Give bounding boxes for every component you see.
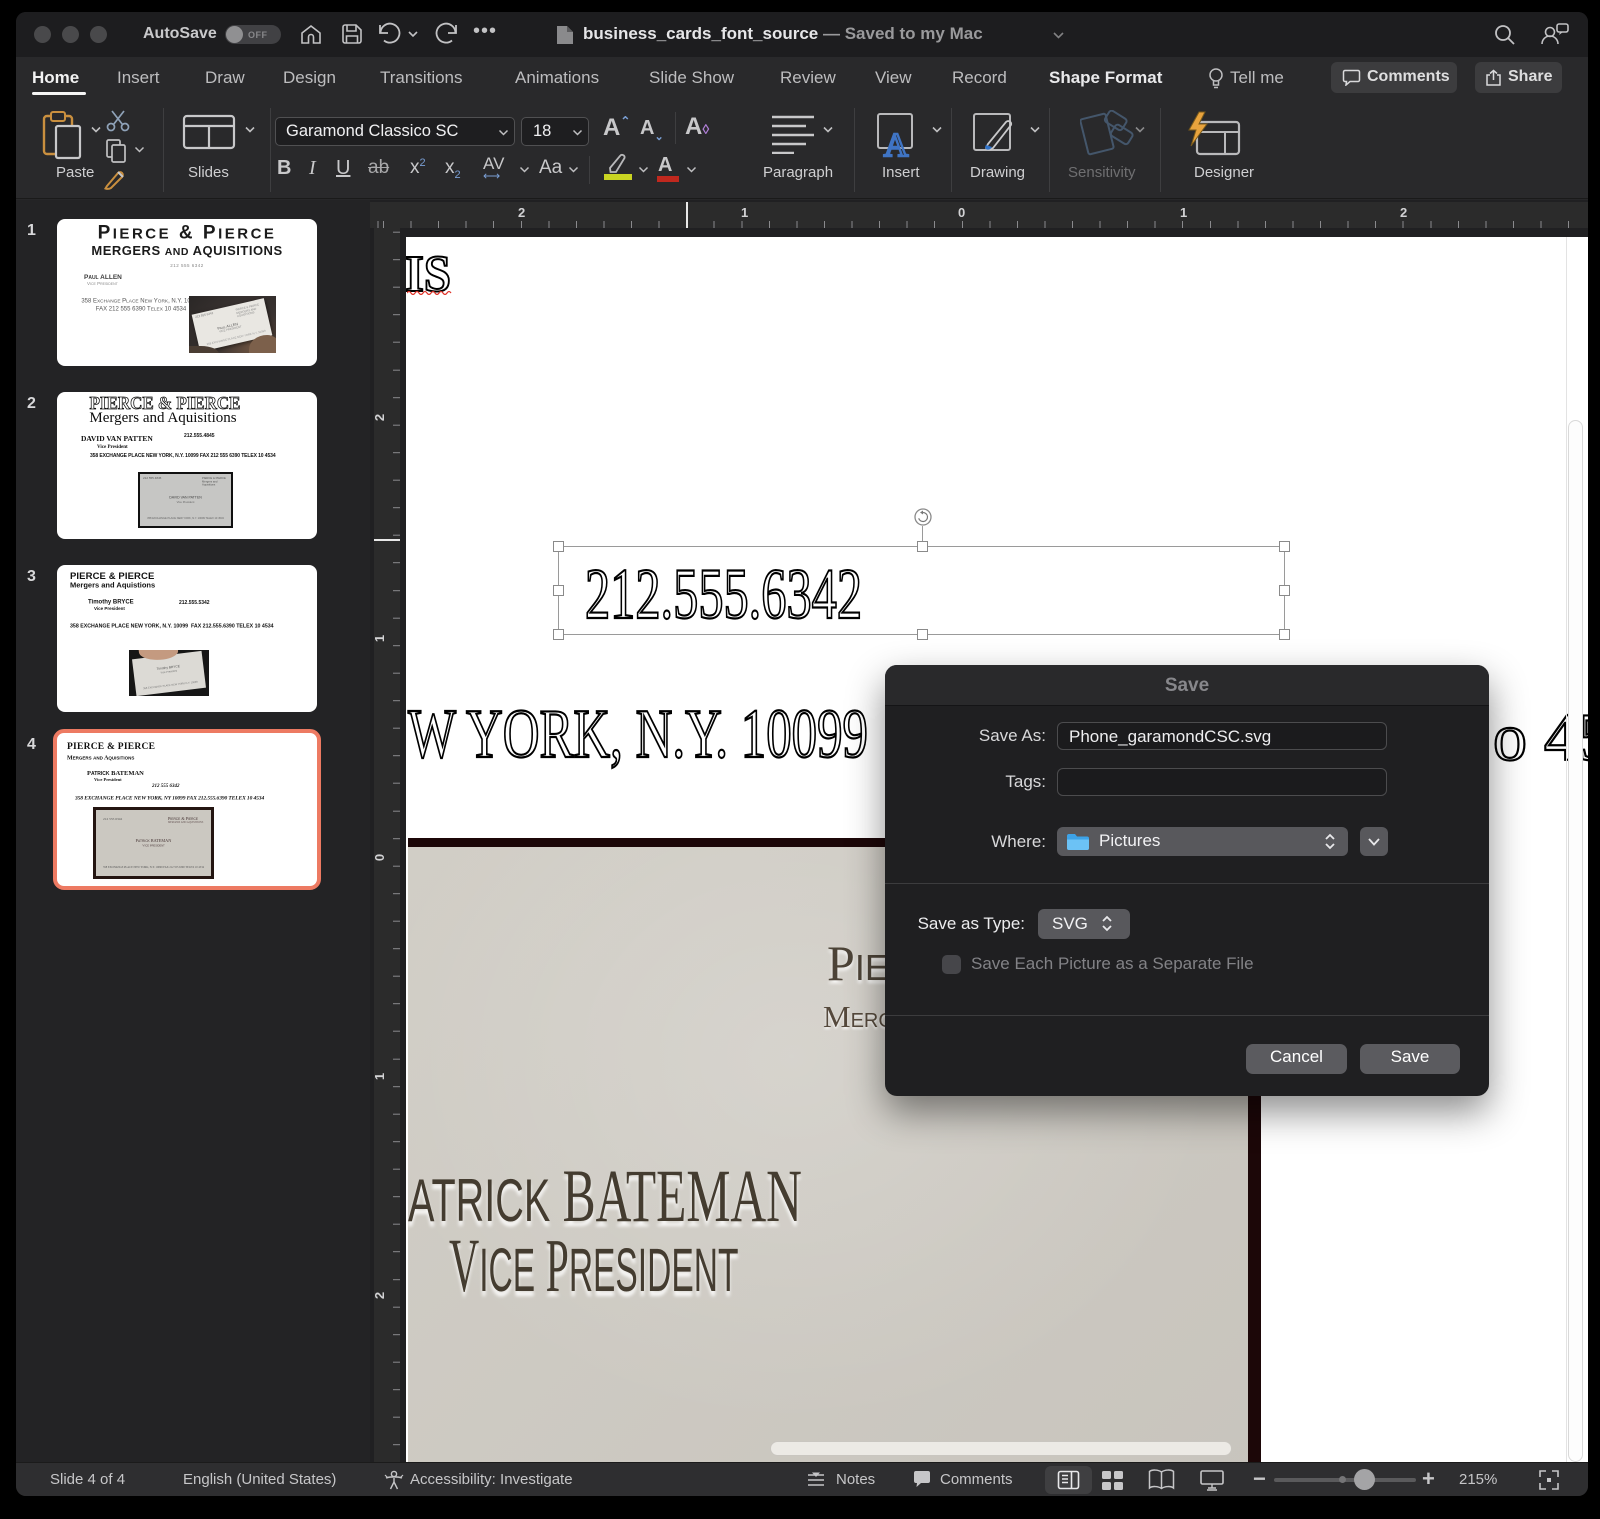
svg-text:212.555.6342: 212.555.6342 xyxy=(585,555,862,633)
svg-text:W YORK, N.Y. 10099: W YORK, N.Y. 10099 xyxy=(408,696,868,773)
svg-text:A: A xyxy=(884,127,909,158)
